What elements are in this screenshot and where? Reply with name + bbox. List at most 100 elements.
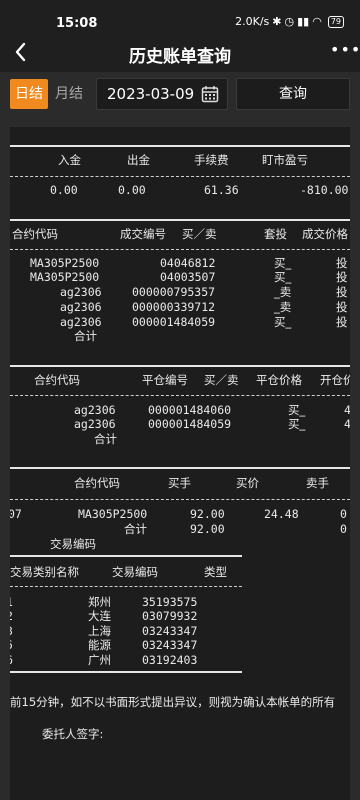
trades-header-price: 成交价格 (302, 227, 348, 241)
calendar-icon[interactable] (201, 85, 219, 103)
signature-label: 委托人签字: (42, 727, 104, 741)
wifi-icon: ◠ (312, 15, 322, 28)
page-title: 历史账单查询 (129, 47, 231, 67)
closing-no: 000001484060 (148, 403, 232, 417)
code-index: 2 (10, 609, 13, 623)
summary-header-pnl: 盯市盈亏 (262, 153, 308, 167)
code-value: 03243347 (142, 624, 198, 638)
trade-code: ag2306 (60, 315, 102, 329)
dashed-divider (10, 176, 350, 177)
trade-no: 000000339712 (132, 300, 216, 314)
dashed-divider (10, 249, 350, 250)
trades-header-side: 买／卖 (182, 227, 217, 241)
trade-hedge: 投 (336, 285, 348, 299)
position-prefix: 07 (10, 507, 22, 521)
trade-side: 买_ (274, 256, 292, 270)
codes-header-type: 类型 (204, 565, 227, 579)
trade-hedge: 投 (336, 256, 348, 270)
trade-hedge: 投 (336, 300, 348, 314)
daily-tab[interactable]: 日结 (10, 79, 48, 109)
date-field[interactable]: 2023-03-09 (96, 78, 228, 110)
position-code: MA305P2500 (78, 507, 148, 521)
closing-no: 000001484059 (148, 417, 232, 431)
trade-no: 000001484059 (132, 315, 216, 329)
divider (10, 219, 350, 221)
divider (10, 555, 242, 557)
summary-header-deposit: 入金 (58, 153, 81, 167)
trades-total-label: 合计 (74, 329, 97, 343)
code-value: 03079932 (142, 609, 198, 623)
divider (10, 467, 350, 469)
closing-open-price: 4 (344, 403, 350, 417)
trade-code: MA305P2500 (30, 270, 100, 284)
trades-header-no: 成交编号 (120, 227, 166, 241)
code-category: 上海 (88, 624, 111, 638)
trade-code: ag2306 (60, 285, 102, 299)
statement-notice: 前15分钟，如不以书面形式提出异议，则视为确认本帐单的所有 (10, 695, 336, 709)
codes-header-category: 交易类别名称 (10, 565, 79, 579)
app-bar: 历史账单查询 ••• (0, 34, 360, 72)
closing-side: 买_ (288, 417, 306, 431)
status-bar: 15:08 2.0K/s ✱ ◷ ▮▮ ◠ 79 (0, 0, 360, 34)
closing-open-price: 4 (344, 417, 350, 431)
code-value: 35193575 (142, 595, 198, 609)
closings-header-close-price: 平仓价格 (256, 373, 302, 387)
code-value: 03243347 (142, 638, 198, 652)
closing-code: ag2306 (74, 403, 116, 417)
position-buy-qty: 92.00 (190, 507, 225, 521)
status-time: 15:08 (56, 16, 98, 31)
date-value: 2023-03-09 (107, 85, 195, 103)
signal-icon: ▮▮ (297, 15, 310, 28)
trade-code: MA305P2500 (30, 256, 100, 270)
trade-side: _卖 (274, 285, 292, 299)
trade-side: 买_ (274, 270, 292, 284)
codes-header-code: 交易编码 (112, 565, 158, 579)
code-category: 广州 (88, 653, 111, 667)
query-controls: 日结 月结 2023-03-09 查询 (0, 72, 360, 120)
trades-header-code: 合约代码 (12, 227, 58, 241)
summary-value-deposit: 0.00 (50, 183, 78, 197)
positions-header-sell-qty: 卖手 (306, 476, 329, 490)
dashed-divider (10, 586, 242, 587)
closings-header-code: 合约代码 (34, 373, 80, 387)
summary-header-fee: 手续费 (194, 153, 229, 167)
trade-no: 000000795357 (132, 285, 216, 299)
positions-total-label: 合计 (124, 522, 147, 536)
code-category: 能源 (88, 638, 111, 652)
code-index: 3 (10, 624, 13, 638)
dashed-divider (10, 395, 350, 396)
closings-header-open-price: 开仓价 (320, 373, 350, 387)
summary-value-pnl: -810.00 (300, 183, 349, 197)
position-buy-price: 24.48 (264, 507, 299, 521)
trade-no: 04003507 (160, 270, 216, 284)
closings-header-side: 买／卖 (204, 373, 239, 387)
more-options-icon[interactable]: ••• (330, 40, 360, 60)
trade-hedge: 投 (336, 270, 348, 284)
alarm-icon: ◷ (284, 15, 295, 28)
positions-total-buy: 92.00 (190, 522, 225, 536)
code-category: 郑州 (88, 595, 111, 609)
code-category: 大连 (88, 609, 111, 623)
query-button[interactable]: 查询 (236, 78, 350, 110)
code-index: 6 (10, 653, 13, 667)
positions-header-buy-price: 买价 (236, 476, 259, 490)
codes-title: 交易编码 (50, 537, 96, 551)
positions-total-sell: 0 (340, 522, 347, 536)
closing-side: 买_ (288, 403, 306, 417)
network-speed: 2.0K/s (235, 15, 270, 28)
code-value: 03192403 (142, 653, 198, 667)
divider (10, 145, 350, 147)
statement-panel[interactable]: 入金 出金 手续费 盯市盈亏 0.00 0.00 61.36 -810.00 合… (10, 127, 350, 800)
summary-value-fee: 61.36 (204, 183, 239, 197)
closings-total-label: 合计 (94, 432, 117, 446)
closing-code: ag2306 (74, 417, 116, 431)
bluetooth-icon: ✱ (272, 15, 282, 28)
divider (10, 365, 350, 367)
closings-header-no: 平仓编号 (142, 373, 188, 387)
monthly-tab[interactable]: 月结 (50, 79, 88, 109)
positions-header-buy-qty: 买手 (168, 476, 191, 490)
trade-hedge: 投 (336, 315, 348, 329)
trade-code: ag2306 (60, 300, 102, 314)
positions-header-code: 合约代码 (74, 476, 120, 490)
trade-no: 04046812 (160, 256, 216, 270)
